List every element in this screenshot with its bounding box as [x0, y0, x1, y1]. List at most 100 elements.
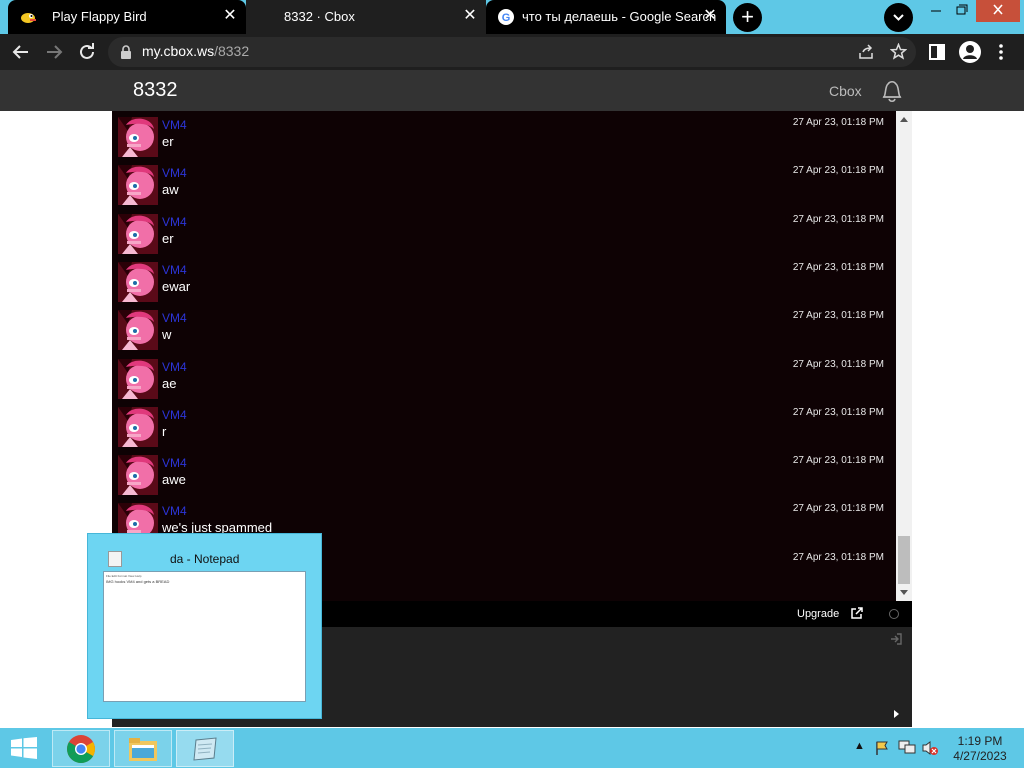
tab-flappy-bird[interactable]: Play Flappy Bird ✕	[8, 0, 246, 34]
message-timestamp: 27 Apr 23, 01:18 PM	[792, 503, 884, 515]
show-hidden-icons-icon[interactable]: ▲	[854, 740, 865, 756]
flappy-bird-favicon	[21, 13, 36, 23]
message-text: er	[162, 230, 174, 246]
restore-window-button[interactable]	[950, 0, 974, 22]
message-text: r	[162, 423, 167, 439]
tab-google-search[interactable]: G что ты делаешь - Google Search ✕	[486, 0, 726, 34]
avatar[interactable]	[118, 165, 158, 206]
avatar[interactable]	[118, 310, 158, 351]
chat-message: VM4 er 27 Apr 23, 01:18 PM	[112, 111, 896, 159]
action-center-flag-icon[interactable]	[874, 740, 890, 756]
message-timestamp: 27 Apr 23, 01:18 PM	[792, 551, 884, 563]
close-tab-icon[interactable]: ✕	[702, 8, 718, 24]
system-clock[interactable]: 1:19 PM 4/27/2023	[944, 734, 1016, 764]
back-button[interactable]	[10, 41, 32, 63]
message-username[interactable]: VM4	[162, 118, 187, 132]
lock-icon	[121, 45, 131, 59]
browser-toolbar: my.cbox.ws/8332	[0, 34, 1024, 70]
reload-button[interactable]	[76, 41, 98, 63]
notepad-icon	[108, 551, 122, 567]
chrome-icon	[67, 735, 95, 763]
svg-text:G: G	[502, 12, 511, 24]
chat-message: VM4 ae 27 Apr 23, 01:18 PM	[112, 353, 896, 401]
avatar[interactable]	[118, 213, 158, 254]
windows-start-icon[interactable]	[11, 737, 37, 759]
send-arrow-icon[interactable]	[894, 710, 899, 718]
restore-icon	[956, 4, 968, 15]
minimize-icon	[931, 10, 941, 12]
message-username[interactable]: VM4	[162, 504, 187, 518]
scroll-up-arrow-icon[interactable]	[900, 117, 908, 122]
external-link-icon[interactable]	[850, 606, 864, 620]
message-timestamp: 27 Apr 23, 01:18 PM	[792, 261, 884, 273]
user-icon	[963, 45, 977, 59]
chat-message: VM4 aw 27 Apr 23, 01:18 PM	[112, 159, 896, 207]
sign-in-icon[interactable]	[889, 632, 903, 646]
share-icon[interactable]	[858, 44, 874, 60]
tab-title: 8332 · Cbox	[284, 9, 355, 24]
notepad-icon	[193, 737, 217, 761]
notepad-taskbar-preview[interactable]: da - Notepad File Edit Format View Help …	[87, 533, 322, 719]
url-path: /8332	[214, 43, 250, 59]
message-username[interactable]: VM4	[162, 166, 187, 180]
bell-icon[interactable]	[880, 78, 904, 104]
upgrade-link[interactable]: Upgrade	[797, 608, 839, 620]
arrow-left-icon	[12, 45, 28, 59]
tab-title: Play Flappy Bird	[52, 9, 147, 24]
notepad-thumbnail[interactable]: File Edit Format View Help IMG hooks VM4…	[103, 571, 306, 702]
minimize-window-button[interactable]	[924, 0, 948, 22]
message-username[interactable]: VM4	[162, 263, 187, 277]
message-username[interactable]: VM4	[162, 215, 187, 229]
chat-message: VM4 w 27 Apr 23, 01:18 PM	[112, 304, 896, 352]
close-tab-icon[interactable]: ✕	[222, 8, 238, 24]
chat-message-list: VM4 er 27 Apr 23, 01:18 PM VM4 aw 27 Apr 23, …	[112, 111, 896, 601]
windows-taskbar: ▲ 1:19 PM 4/27/2023	[0, 728, 1024, 768]
message-timestamp: 27 Apr 23, 01:18 PM	[792, 406, 884, 418]
bookmark-star-icon[interactable]	[890, 43, 907, 60]
chevron-down-icon	[893, 14, 904, 21]
close-window-button[interactable]	[976, 0, 1020, 22]
avatar[interactable]	[118, 406, 158, 447]
close-tab-icon[interactable]: ✕	[462, 8, 478, 24]
message-text: w	[162, 327, 172, 343]
message-username[interactable]: VM4	[162, 456, 187, 470]
chat-message: VM4 ewar 27 Apr 23, 01:18 PM	[112, 256, 896, 304]
volume-muted-icon[interactable]	[921, 740, 939, 756]
chat-scrollbar[interactable]	[896, 111, 912, 601]
message-timestamp: 27 Apr 23, 01:18 PM	[792, 455, 884, 467]
message-timestamp: 27 Apr 23, 01:18 PM	[792, 310, 884, 322]
address-bar[interactable]: my.cbox.ws/8332	[108, 37, 916, 67]
avatar[interactable]	[118, 261, 158, 302]
cbox-header: 8332 Cbox	[0, 70, 1024, 111]
side-panel-icon[interactable]	[929, 44, 945, 60]
tab-cbox[interactable]: 8332 · Cbox ✕	[246, 0, 486, 34]
message-username[interactable]: VM4	[162, 311, 187, 325]
avatar[interactable]	[118, 358, 158, 399]
scrollbar-thumb[interactable]	[898, 536, 910, 584]
message-text: awe	[162, 472, 186, 488]
url-host: my.cbox.ws	[142, 43, 215, 59]
avatar[interactable]	[118, 455, 158, 496]
network-icon[interactable]	[898, 740, 916, 756]
reload-icon	[80, 43, 94, 59]
forward-button[interactable]	[43, 41, 65, 63]
chat-message: VM4 awe 27 Apr 23, 01:18 PM	[112, 449, 896, 497]
message-timestamp: 27 Apr 23, 01:18 PM	[792, 358, 884, 370]
new-tab-button[interactable]: +	[733, 3, 762, 32]
scroll-down-arrow-icon[interactable]	[900, 590, 908, 595]
tab-search-button[interactable]	[884, 3, 913, 32]
profile-avatar[interactable]	[959, 41, 981, 63]
message-username[interactable]: VM4	[162, 408, 187, 422]
box-title: 8332	[133, 79, 178, 101]
arrow-right-icon	[47, 45, 63, 59]
message-username[interactable]: VM4	[162, 360, 187, 374]
taskbar-notepad-button[interactable]	[176, 730, 234, 767]
notepad-content: IMG hooks VM4 and gets a BREAD	[106, 579, 170, 584]
preview-title: da - Notepad	[170, 552, 240, 566]
cbox-brand-link[interactable]: Cbox	[829, 83, 862, 99]
google-favicon: G	[498, 9, 514, 25]
taskbar-chrome-button[interactable]	[52, 730, 110, 767]
avatar[interactable]	[118, 117, 158, 157]
more-menu-icon[interactable]	[996, 43, 1006, 61]
taskbar-explorer-button[interactable]	[114, 730, 172, 767]
